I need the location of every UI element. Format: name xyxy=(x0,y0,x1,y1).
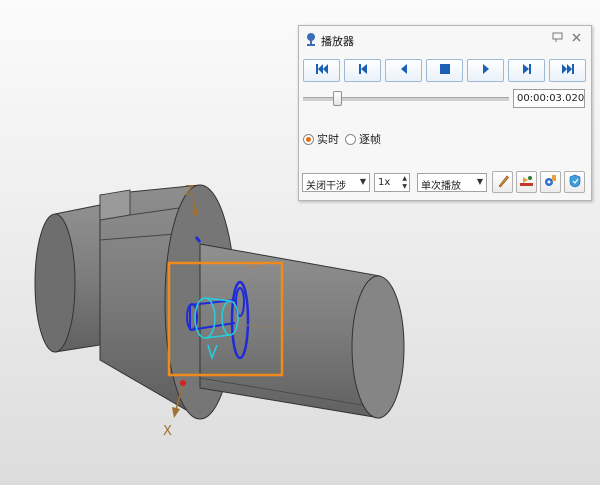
measure-icon xyxy=(519,174,534,191)
interference-select-value: 关闭干涉 xyxy=(306,181,346,192)
step-forward-icon xyxy=(521,63,533,78)
speed-value: 1x xyxy=(378,177,391,188)
export-tool-button[interactable] xyxy=(564,171,585,193)
stop-icon xyxy=(439,63,451,78)
time-field[interactable]: 00:00:03.020 xyxy=(513,89,585,108)
chevron-down-icon: ▼ xyxy=(476,177,483,186)
player-titlebar[interactable]: 播放器 xyxy=(299,26,591,52)
progress-slider-thumb[interactable] xyxy=(332,91,342,106)
spinner-down-icon[interactable]: ▼ xyxy=(402,183,407,190)
stop-button[interactable] xyxy=(426,59,463,82)
close-icon[interactable] xyxy=(570,32,582,44)
settings-tool-button[interactable] xyxy=(540,171,561,193)
shield-icon xyxy=(568,174,582,191)
radio-realtime-label: 实时 xyxy=(317,133,339,146)
interference-select[interactable]: 关闭干涉 ▼ xyxy=(302,173,370,192)
measure-tool-button[interactable] xyxy=(516,171,537,193)
radio-realtime[interactable] xyxy=(303,133,314,145)
pin-icon[interactable] xyxy=(551,32,563,44)
radio-frame-by-frame[interactable] xyxy=(345,133,356,145)
pencil-icon xyxy=(496,174,510,191)
skip-to-start-button[interactable] xyxy=(303,59,340,82)
step-forward-button[interactable] xyxy=(508,59,545,82)
axis-x-label: X xyxy=(163,424,172,439)
playback-mode-group: 实时 逐帧 xyxy=(303,132,387,146)
radio-frame-by-frame-label: 逐帧 xyxy=(359,133,381,146)
step-back-icon xyxy=(357,63,369,78)
play-icon xyxy=(481,63,491,78)
skip-to-start-icon xyxy=(315,63,329,78)
speed-spinner[interactable]: 1x ▲ ▼ xyxy=(374,173,410,192)
skip-to-end-button[interactable] xyxy=(549,59,586,82)
pencil-tool-button[interactable] xyxy=(492,171,513,193)
player-title: 播放器 xyxy=(321,35,354,48)
chevron-down-icon: ▼ xyxy=(359,177,366,186)
spinner-up-icon[interactable]: ▲ xyxy=(402,175,407,182)
player-panel: 播放器 00:00:03.020 实时 逐帧 关闭干涉 ▼ 1x ▲ ▼ 单次播… xyxy=(298,25,592,201)
axis-z-label: Z xyxy=(185,184,194,199)
skip-to-end-icon xyxy=(561,63,575,78)
play-reverse-icon xyxy=(399,63,409,78)
playback-select[interactable]: 单次播放 ▼ xyxy=(417,173,487,192)
gear-icon xyxy=(543,174,558,191)
step-back-button[interactable] xyxy=(344,59,381,82)
play-button[interactable] xyxy=(467,59,504,82)
playback-select-value: 单次播放 xyxy=(421,181,461,192)
player-app-icon xyxy=(304,32,318,46)
play-reverse-button[interactable] xyxy=(385,59,422,82)
